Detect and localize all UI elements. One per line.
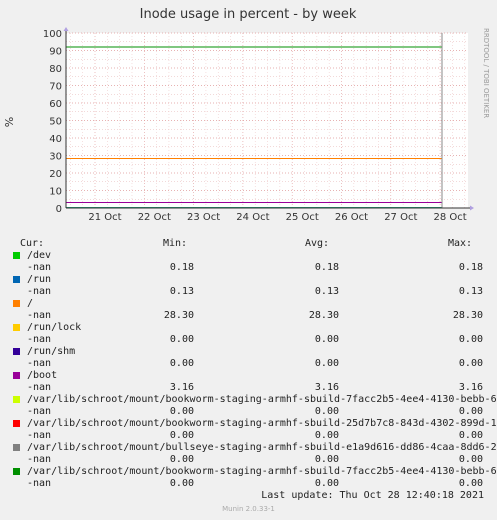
legend-avg: 0.18 [314,262,339,273]
y-axis-label: % [3,117,16,127]
legend-label: /var/lib/schroot/mount/bookworm-staging-… [27,394,497,405]
legend-cur: -nan [27,262,52,273]
y-tick-label: 70 [49,82,62,93]
legend-label: / [27,298,34,309]
y-tick-label: 90 [49,47,62,58]
legend-swatch [13,372,20,379]
legend-max: 28.30 [452,310,483,321]
legend-min: 0.00 [169,454,194,465]
y-tick-label: 10 [49,187,62,198]
y-tick-label: 100 [43,29,62,40]
y-tick-label: 80 [49,64,62,75]
legend-label: /run [27,274,52,285]
legend-swatch [13,444,20,451]
x-tick-label: 21 Oct [88,212,121,223]
legend-max: 0.18 [458,262,483,273]
legend-min: 0.00 [169,358,194,369]
x-axis-arrow [470,205,474,211]
header-avg: Avg: [305,238,330,249]
legend-min: 0.00 [169,430,194,441]
x-ticks: 21 Oct 22 Oct 23 Oct 24 Oct 25 Oct 26 Oct 27 O… [88,212,466,223]
header-max: Max: [448,238,473,249]
legend-label: /run/shm [27,346,76,357]
legend-label: /boot [27,370,58,381]
legend-swatch [13,300,20,307]
y-tick-label: 20 [49,169,62,180]
legend-avg: 0.00 [314,430,339,441]
legend-label: /var/lib/schroot/mount/bookworm-staging-… [27,418,497,429]
legend-avg: 0.13 [314,286,339,297]
legend-swatch [13,276,20,283]
x-tick-label: 26 Oct [335,212,368,223]
chart-title: Inode usage in percent - by week [140,7,357,22]
y-tick-label: 50 [49,117,62,128]
legend-swatch [13,324,20,331]
y-ticks: 0 10 20 30 40 50 60 70 80 90 100 [43,29,62,215]
legend-avg: 0.00 [314,478,339,489]
legend-label: /run/lock [27,322,82,333]
legend-swatch [13,252,20,259]
legend-min: 0.00 [169,334,194,345]
legend-avg: 0.00 [314,454,339,465]
x-tick-label: 23 Oct [187,212,220,223]
legend-min: 28.30 [163,310,194,321]
legend-swatch [13,468,20,475]
legend-max: 0.00 [458,334,483,345]
legend-cur: -nan [27,382,52,393]
legend-cur: -nan [27,358,52,369]
legend-min: 0.18 [169,262,194,273]
legend-max: 0.13 [458,286,483,297]
rrdtool-watermark: RRDTOOL / TOBI OETIKER [482,28,490,118]
y-tick-label: 0 [56,204,62,215]
x-tick-label: 24 Oct [236,212,269,223]
x-tick-label: 27 Oct [384,212,417,223]
legend-label: /var/lib/schroot/mount/bullseye-staging-… [27,442,497,453]
last-update-text: Last update: Thu Oct 28 12:40:18 2021 [261,490,484,501]
header-cur: Cur: [20,238,45,249]
legend-cur: -nan [27,454,52,465]
legend-max: 0.00 [458,430,483,441]
legend-swatch [13,420,20,427]
legend-avg: 28.30 [308,310,339,321]
y-axis-arrow [63,27,69,31]
legend-cur: -nan [27,478,52,489]
legend-cur: -nan [27,406,52,417]
legend-max: 0.00 [458,358,483,369]
y-tick-label: 40 [49,134,62,145]
legend-min: 0.00 [169,478,194,489]
chart: Inode usage in percent - by week % RRDTO… [3,7,490,223]
legend-cur: -nan [27,334,52,345]
legend-min: 3.16 [169,382,194,393]
legend-avg: 3.16 [314,382,339,393]
legend-max: 0.00 [458,406,483,417]
legend-swatch [13,396,20,403]
legend-avg: 0.00 [314,406,339,417]
legend-label: /var/lib/schroot/mount/bookworm-staging-… [27,466,497,477]
legend-cur: -nan [27,310,52,321]
legend-cur: -nan [27,286,52,297]
y-tick-label: 30 [49,152,62,163]
x-tick-label: 22 Oct [138,212,171,223]
legend-avg: 0.00 [314,358,339,369]
legend-min: 0.13 [169,286,194,297]
legend-max: 0.00 [458,454,483,465]
legend-swatch [13,348,20,355]
x-tick-label: 28 Oct [433,212,466,223]
header-min: Min: [163,238,188,249]
legend-min: 0.00 [169,406,194,417]
y-tick-label: 60 [49,99,62,110]
munin-version: Munin 2.0.33-1 [222,505,275,513]
legend-max: 0.00 [458,478,483,489]
legend-max: 3.16 [458,382,483,393]
legend-avg: 0.00 [314,334,339,345]
legend-label: /dev [27,250,52,261]
legend-cur: -nan [27,430,52,441]
footer-version: Munin 2.0.33-1 [0,505,497,513]
x-tick-label: 25 Oct [286,212,319,223]
